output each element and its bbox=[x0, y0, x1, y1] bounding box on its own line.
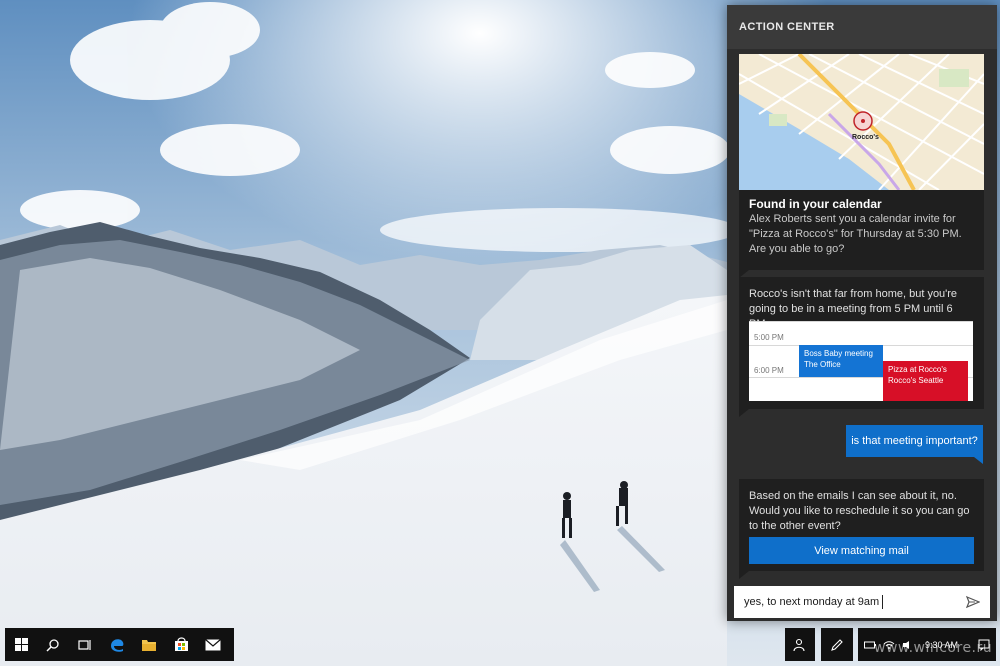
card-tail bbox=[739, 571, 749, 579]
bubble-tail bbox=[974, 457, 983, 464]
message-input-text: yes, to next monday at 9am bbox=[744, 596, 880, 608]
calendar-preview[interactable]: 5:00 PM 6:00 PM Boss Baby meeting The Of… bbox=[749, 321, 973, 401]
reply-message: Based on the emails I can see about it, … bbox=[749, 490, 970, 532]
map-image[interactable]: Rocco's bbox=[739, 54, 984, 190]
event-location: The Office bbox=[804, 360, 841, 369]
calendar-event-pizza[interactable]: Pizza at Rocco's Rocco's Seattle bbox=[883, 361, 968, 401]
windows-icon[interactable] bbox=[5, 628, 37, 661]
send-icon[interactable] bbox=[966, 595, 980, 609]
time-label: 6:00 PM bbox=[754, 366, 784, 375]
action-center-panel: ACTION CENTER Rocco's Found in your cale… bbox=[727, 5, 997, 621]
invite-body: Alex Roberts sent you a calendar invite … bbox=[749, 213, 962, 255]
map-pin-label: Rocco's bbox=[852, 134, 879, 141]
mail-icon[interactable] bbox=[197, 628, 229, 661]
search-icon[interactable] bbox=[37, 628, 69, 661]
invite-title: Found in your calendar bbox=[749, 197, 882, 211]
pen-workspace-icon[interactable] bbox=[821, 628, 853, 661]
user-message-bubble: is that meeting important? bbox=[846, 425, 983, 464]
event-title: Boss Baby meeting bbox=[804, 349, 873, 358]
file-explorer-icon[interactable] bbox=[133, 628, 165, 661]
card-tail bbox=[739, 409, 749, 417]
calendar-event-boss-meeting[interactable]: Boss Baby meeting The Office bbox=[799, 345, 883, 377]
assistant-reply-card: Based on the emails I can see about it, … bbox=[739, 479, 984, 579]
store-icon[interactable] bbox=[165, 628, 197, 661]
message-input[interactable]: yes, to next monday at 9am bbox=[734, 586, 990, 618]
text-caret bbox=[882, 595, 884, 609]
task-view-icon[interactable] bbox=[69, 628, 101, 661]
people-icon[interactable] bbox=[785, 628, 815, 661]
taskbar bbox=[5, 628, 234, 661]
action-center-title: ACTION CENTER bbox=[727, 5, 997, 49]
calendar-gridline bbox=[749, 321, 973, 322]
calendar-conflict-card: Rocco's isn't that far from home, but yo… bbox=[739, 277, 984, 417]
view-matching-mail-button[interactable]: View matching mail bbox=[749, 537, 974, 564]
edge-icon[interactable] bbox=[101, 628, 133, 661]
watermark: www.wincore.ru bbox=[874, 640, 993, 656]
calendar-invite-card[interactable]: Rocco's Found in your calendar Alex Robe… bbox=[739, 54, 984, 278]
time-label: 5:00 PM bbox=[754, 333, 784, 342]
user-message-text: is that meeting important? bbox=[851, 435, 978, 447]
event-location: Rocco's Seattle bbox=[888, 376, 944, 385]
event-title: Pizza at Rocco's bbox=[888, 365, 947, 374]
